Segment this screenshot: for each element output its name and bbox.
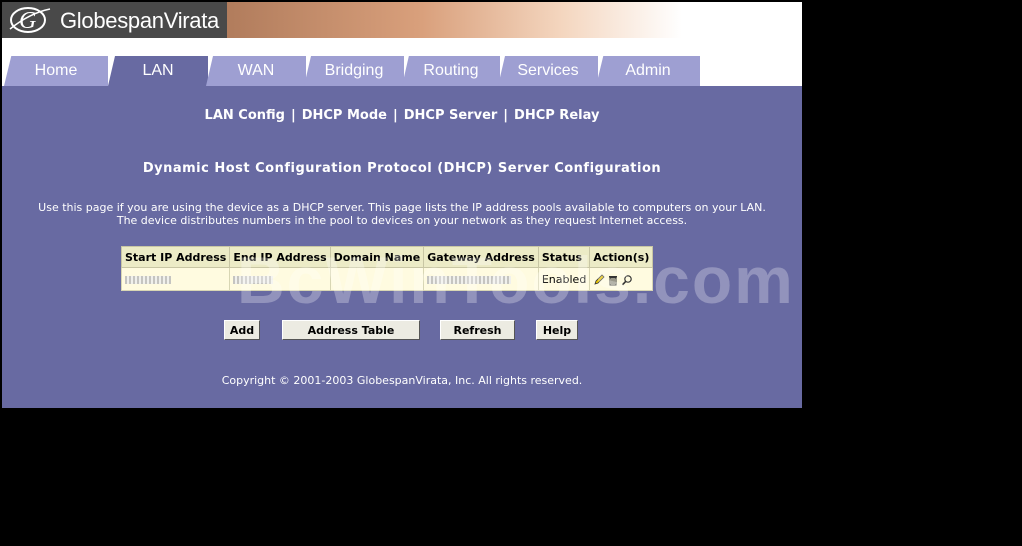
sub-navigation: LAN Config | DHCP Mode | DHCP Server | DHCP Re… bbox=[2, 108, 802, 123]
tab-admin[interactable]: Admin bbox=[596, 56, 700, 86]
help-button[interactable]: Help bbox=[536, 320, 578, 340]
subnav-dhcp-mode[interactable]: DHCP Mode bbox=[302, 108, 387, 123]
tab-lan[interactable]: LAN bbox=[108, 56, 208, 86]
delete-icon[interactable] bbox=[607, 274, 619, 286]
subnav-dhcp-server[interactable]: DHCP Server bbox=[404, 108, 498, 123]
subnav-separator: | bbox=[290, 108, 296, 123]
redacted-value bbox=[125, 275, 171, 284]
dhcp-pool-table: Start IP Address End IP Address Domain N… bbox=[120, 246, 654, 291]
cell-end-ip bbox=[229, 267, 331, 291]
cell-domain bbox=[329, 267, 425, 291]
column-header-actions: Action(s) bbox=[589, 246, 654, 268]
tab-home[interactable]: Home bbox=[4, 56, 108, 86]
tab-bridging[interactable]: Bridging bbox=[304, 56, 404, 86]
column-header-start-ip: Start IP Address bbox=[120, 246, 231, 268]
view-icon[interactable] bbox=[621, 274, 633, 286]
column-header-status: Status bbox=[537, 246, 591, 268]
tab-wan[interactable]: WAN bbox=[206, 56, 306, 86]
address-table-button[interactable]: Address Table bbox=[282, 320, 420, 340]
subnav-separator: | bbox=[503, 108, 509, 123]
cell-gateway bbox=[423, 267, 539, 291]
refresh-button[interactable]: Refresh bbox=[440, 320, 515, 340]
page-description: Use this page if you are using the devic… bbox=[2, 201, 802, 227]
subnav-dhcp-relay[interactable]: DHCP Relay bbox=[514, 108, 599, 123]
column-header-end-ip: End IP Address bbox=[229, 246, 331, 268]
brand-logo: G GlobespanVirata bbox=[2, 2, 227, 38]
table-row: Enabled bbox=[120, 267, 654, 291]
column-header-gateway: Gateway Address bbox=[423, 246, 539, 268]
cell-actions bbox=[589, 267, 654, 291]
cell-start-ip bbox=[120, 267, 231, 291]
copyright-text: Copyright © 2001-2003 GlobespanVirata, I… bbox=[221, 374, 583, 387]
header-banner: G GlobespanVirata bbox=[2, 2, 802, 38]
description-line: Use this page if you are using the devic… bbox=[38, 201, 766, 214]
add-button[interactable]: Add bbox=[224, 320, 260, 340]
globespan-logo-icon: G bbox=[9, 7, 51, 34]
router-admin-page: G GlobespanVirata Home LAN WAN Bridging … bbox=[2, 2, 802, 408]
main-panel: LAN Config | DHCP Mode | DHCP Server | DHCP Re… bbox=[2, 86, 802, 408]
tab-routing[interactable]: Routing bbox=[402, 56, 500, 86]
redacted-value bbox=[427, 275, 512, 284]
page-title: Dynamic Host Configuration Protocol (DHC… bbox=[142, 161, 662, 176]
brand-name: GlobespanVirata bbox=[60, 8, 219, 33]
column-header-domain: Domain Name bbox=[329, 246, 425, 268]
subnav-separator: | bbox=[392, 108, 398, 123]
subnav-lan-config[interactable]: LAN Config bbox=[205, 108, 285, 123]
tab-services[interactable]: Services bbox=[498, 56, 598, 86]
edit-icon[interactable] bbox=[593, 273, 605, 286]
table-header-row: Start IP Address End IP Address Domain N… bbox=[120, 246, 654, 268]
redacted-value bbox=[233, 275, 274, 284]
cell-status: Enabled bbox=[537, 267, 591, 291]
description-line: The device distributes numbers in the po… bbox=[116, 214, 688, 227]
